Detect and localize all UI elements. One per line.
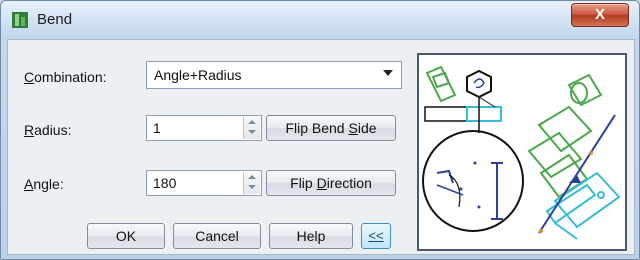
chevron-down-icon[interactable] bbox=[383, 70, 393, 76]
spin-up-icon[interactable] bbox=[248, 175, 256, 179]
flip-bend-side-button[interactable]: Flip Bend Side bbox=[266, 115, 396, 141]
collapse-preview-button[interactable]: << bbox=[361, 223, 391, 249]
spin-down-icon[interactable] bbox=[248, 185, 256, 189]
spin-up-icon[interactable] bbox=[248, 120, 256, 124]
combination-label: Combination: bbox=[24, 69, 107, 85]
cancel-button[interactable]: Cancel bbox=[173, 223, 261, 249]
window-title: Bend bbox=[37, 11, 73, 28]
spin-down-icon[interactable] bbox=[248, 130, 256, 134]
bend-preview-panel bbox=[417, 53, 627, 251]
angle-label: Angle: bbox=[24, 176, 64, 192]
angle-spin-buttons[interactable] bbox=[243, 172, 260, 194]
combination-value: Angle+Radius bbox=[154, 67, 242, 83]
app-icon bbox=[12, 12, 28, 28]
close-button[interactable]: X bbox=[571, 3, 629, 27]
radius-spin-buttons[interactable] bbox=[243, 117, 260, 139]
radius-value: 1 bbox=[153, 120, 161, 136]
flip-direction-button[interactable]: Flip Direction bbox=[266, 170, 396, 196]
angle-value: 180 bbox=[153, 175, 177, 191]
ok-button[interactable]: OK bbox=[87, 223, 165, 249]
title-bar[interactable]: Bend X bbox=[1, 1, 639, 39]
radius-label: Radius: bbox=[24, 122, 72, 138]
bend-preview-diagram-icon bbox=[422, 65, 621, 240]
help-button[interactable]: Help bbox=[269, 223, 353, 249]
radius-stepper[interactable]: 1 bbox=[146, 115, 262, 141]
angle-stepper[interactable]: 180 bbox=[146, 170, 262, 196]
combination-select[interactable]: Angle+Radius bbox=[146, 61, 402, 89]
close-icon: X bbox=[594, 6, 605, 23]
bend-dialog: Bend X Combination: Angle+Radius Radius:… bbox=[0, 0, 640, 260]
